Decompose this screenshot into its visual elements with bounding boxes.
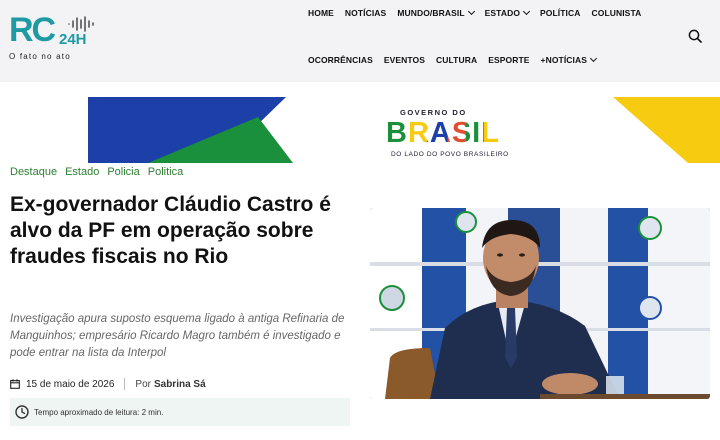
banner-sub-line: DO LADO DO POVO BRASILEIRO bbox=[391, 151, 509, 158]
nav-item-mais-noticias[interactable]: +NOTÍCIAS bbox=[541, 54, 598, 65]
logo-tagline: O fato no ato bbox=[9, 52, 71, 61]
nav-item-eventos[interactable]: EVENTOS bbox=[384, 55, 425, 65]
nav-item-cultura[interactable]: CULTURA bbox=[436, 55, 477, 65]
logo-letters: RC bbox=[9, 11, 56, 49]
search-icon[interactable] bbox=[688, 29, 702, 43]
category-policia[interactable]: Policia bbox=[107, 166, 139, 178]
site-header: RC 24H O fato no ato HOME NOTÍCIAS MUNDO… bbox=[0, 0, 720, 82]
nav-item-noticias[interactable]: NOTÍCIAS bbox=[345, 8, 386, 18]
chevron-down-icon bbox=[522, 7, 531, 16]
site-logo[interactable]: RC 24H O fato no ato bbox=[9, 12, 104, 62]
banner-brand: BRASIL bbox=[386, 117, 500, 149]
clock-icon bbox=[15, 405, 29, 419]
article-author[interactable]: Sabrina Sá bbox=[154, 379, 206, 390]
government-ad-banner[interactable]: GOVERNO DO BRASIL DO LADO DO POVO BRASIL… bbox=[88, 97, 720, 163]
article-featured-image[interactable] bbox=[370, 208, 710, 399]
banner-top-line: GOVERNO DO bbox=[400, 108, 467, 117]
reading-time-text: Tempo aproximado de leitura: 2 min. bbox=[34, 407, 164, 417]
chevron-down-icon bbox=[467, 7, 475, 16]
category-destaque[interactable]: Destaque bbox=[10, 166, 57, 178]
byline-label: Por bbox=[135, 378, 151, 390]
meta-divider bbox=[124, 378, 126, 390]
article-categories: Destaque Estado Policia Politica bbox=[10, 166, 191, 178]
nav-item-mundo-brasil[interactable]: MUNDO/BRASIL bbox=[397, 7, 475, 18]
category-estado[interactable]: Estado bbox=[65, 166, 99, 178]
nav-item-politica[interactable]: POLÍTICA bbox=[540, 8, 580, 18]
article-meta: 15 de maio de 2026 Por Sabrina Sá bbox=[10, 378, 206, 390]
main-nav-bottom: OCORRÊNCIAS EVENTOS CULTURA ESPORTE +NOT… bbox=[308, 54, 607, 66]
nav-item-colunista[interactable]: COLUNISTA bbox=[592, 8, 642, 18]
article-excerpt: Investigação apura suposto esquema ligad… bbox=[10, 313, 345, 359]
article-date: 15 de maio de 2026 bbox=[26, 378, 115, 390]
sound-wave-icon bbox=[68, 16, 94, 32]
category-politica[interactable]: Politica bbox=[148, 166, 183, 178]
featured-image-graphic bbox=[370, 208, 710, 399]
logo-suffix: 24H bbox=[59, 31, 87, 48]
article-title: Ex-governador Cláudio Castro é alvo da P… bbox=[10, 193, 331, 268]
nav-item-estado[interactable]: ESTADO bbox=[485, 7, 531, 18]
calendar-icon bbox=[10, 379, 20, 389]
reading-time-box: Tempo aproximado de leitura: 2 min. bbox=[10, 398, 350, 426]
nav-item-home[interactable]: HOME bbox=[308, 8, 334, 18]
chevron-down-icon bbox=[589, 54, 598, 63]
nav-item-esporte[interactable]: ESPORTE bbox=[488, 55, 529, 65]
main-nav-top: HOME NOTÍCIAS MUNDO/BRASIL ESTADO POLÍTI… bbox=[308, 7, 652, 19]
banner-brand-text: BRASIL bbox=[386, 117, 500, 149]
nav-item-ocorrencias[interactable]: OCORRÊNCIAS bbox=[308, 55, 373, 65]
